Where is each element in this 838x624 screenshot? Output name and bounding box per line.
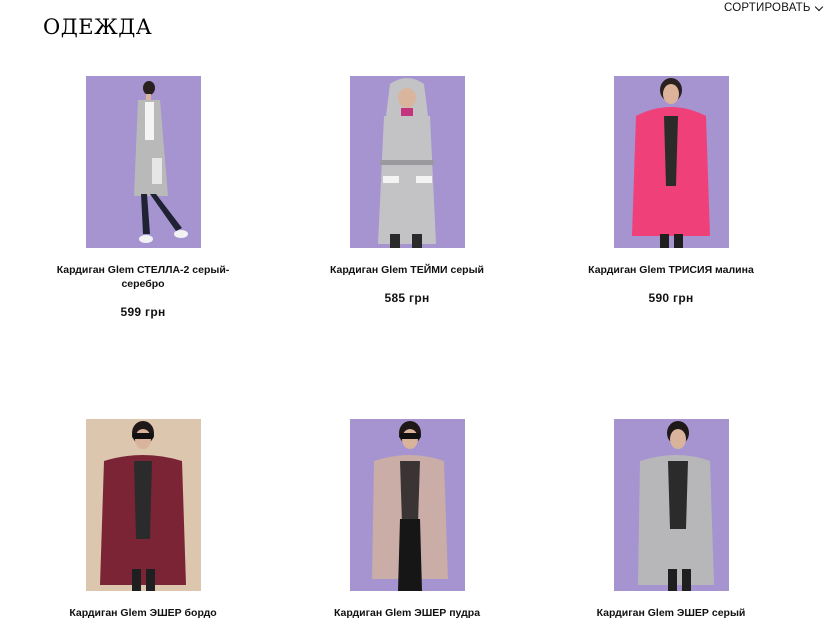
product-price: 585 грн — [384, 291, 430, 305]
product-card[interactable]: Кардиган Glem СТЕЛЛА-2 серый-серебро 599… — [23, 76, 263, 319]
model-figure — [377, 78, 436, 248]
product-name[interactable]: Кардиган Glem ЭШЕР бордо — [43, 606, 243, 620]
product-name[interactable]: Кардиган Glem СТЕЛЛА-2 серый-серебро — [43, 263, 243, 291]
catalog-page: ОДЕЖДА СОРТИРОВАТЬ Кардиган Glem СТЕЛЛА-… — [0, 0, 838, 624]
product-image[interactable] — [613, 419, 729, 591]
product-name[interactable]: Кардиган Glem ТРИСИЯ малина — [571, 263, 771, 277]
chevron-down-icon — [814, 2, 823, 11]
product-image[interactable] — [613, 76, 729, 248]
model-figure — [371, 421, 448, 591]
model-figure — [133, 81, 188, 243]
sort-label: СОРТИРОВАТЬ — [724, 2, 811, 14]
product-card[interactable]: Кардиган Glem ЭШЕР серый — [551, 419, 791, 624]
product-name[interactable]: Кардиган Glem ЭШЕР пудра — [307, 606, 507, 620]
product-card[interactable]: Кардиган Glem ТЕЙМИ серый 585 грн — [287, 76, 527, 305]
product-name[interactable]: Кардиган Glem ЭШЕР серый — [571, 606, 771, 620]
model-figure — [99, 421, 186, 591]
product-card[interactable]: Кардиган Glem ЭШЕР бордо — [23, 419, 263, 624]
product-card[interactable]: Кардиган Glem ЭШЕР пудра — [287, 419, 527, 624]
model-figure — [631, 78, 710, 248]
product-image[interactable] — [85, 76, 201, 248]
product-price: 599 грн — [120, 305, 166, 319]
product-price: 590 грн — [648, 291, 694, 305]
product-image[interactable] — [85, 419, 201, 591]
model-figure — [637, 421, 714, 591]
page-title: ОДЕЖДА — [43, 15, 153, 39]
product-image[interactable] — [349, 76, 465, 248]
product-card[interactable]: Кардиган Glem ТРИСИЯ малина 590 грн — [551, 76, 791, 305]
sort-dropdown[interactable]: СОРТИРОВАТЬ — [724, 2, 823, 14]
product-name[interactable]: Кардиган Glem ТЕЙМИ серый — [307, 263, 507, 277]
product-image[interactable] — [349, 419, 465, 591]
